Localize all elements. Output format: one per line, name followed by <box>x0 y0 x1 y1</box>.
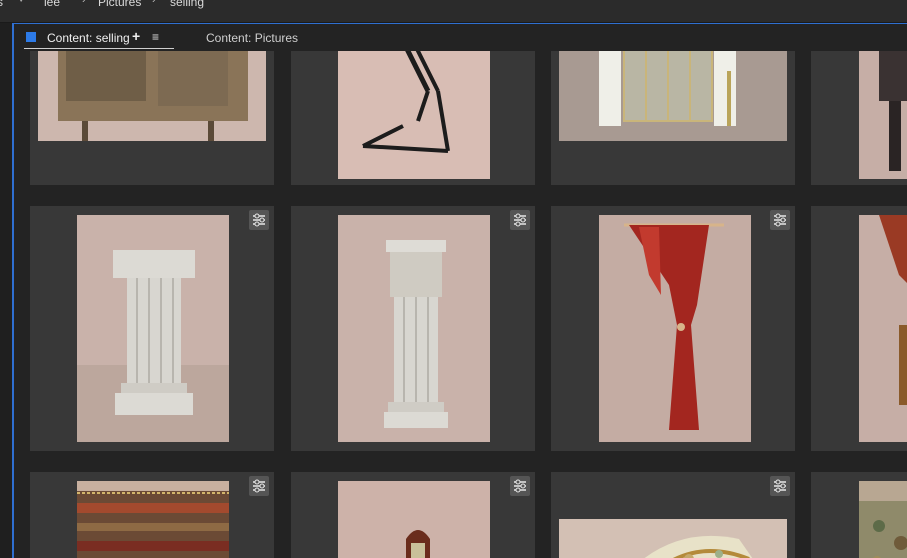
thumbnail-card[interactable] <box>30 51 274 185</box>
thumbnail-image-red-curtain[interactable] <box>599 215 751 442</box>
thumbnail-card[interactable] <box>551 51 795 185</box>
breadcrumb-item-selling[interactable]: selling <box>170 0 204 9</box>
thumbnail-image-fireplace[interactable] <box>559 51 787 141</box>
panel-menu-icon[interactable]: ≡ <box>152 30 159 44</box>
sliders-icon[interactable] <box>249 210 269 230</box>
chevron-right-icon: › <box>152 0 156 6</box>
thumbnail-card[interactable] <box>811 51 907 185</box>
thumbnail-card[interactable] <box>30 472 274 558</box>
content-panel: Content: selling + ≡ Content: Pictures <box>12 23 907 558</box>
panel-square-icon <box>26 32 36 42</box>
sliders-icon[interactable] <box>510 210 530 230</box>
sliders-icon[interactable] <box>249 476 269 496</box>
thumbnail-card[interactable] <box>30 206 274 451</box>
thumbnail-image-dark-item[interactable] <box>859 51 907 179</box>
thumbnail-image-metal-stand[interactable] <box>338 51 490 179</box>
thumbnail-image-column-tall[interactable] <box>338 215 490 442</box>
thumbnail-card[interactable] <box>551 472 795 558</box>
thumbnail-card[interactable] <box>291 206 535 451</box>
tab-content-pictures[interactable]: Content: Pictures <box>206 31 298 45</box>
panel-tab-bar: Content: selling + ≡ Content: Pictures <box>14 24 907 50</box>
thumbnail-card[interactable] <box>811 206 907 451</box>
sliders-icon[interactable] <box>770 476 790 496</box>
chevron-right-icon: › <box>82 0 86 6</box>
thumbnail-image-floral-chair[interactable] <box>559 519 787 558</box>
chevron-down-icon[interactable]: ˅ <box>18 0 24 6</box>
breadcrumb-item-root[interactable]: s <box>0 0 3 9</box>
sliders-icon[interactable] <box>770 210 790 230</box>
thumbnail-image-stone-chair[interactable] <box>38 51 266 141</box>
breadcrumb: s ˅ lee › Pictures › selling <box>0 0 907 23</box>
thumbnail-image-fringed-drape[interactable] <box>859 215 907 442</box>
thumbnail-image-tapestry[interactable] <box>77 481 229 558</box>
thumbnail-image-chair[interactable] <box>338 481 490 558</box>
thumbnail-card[interactable] <box>551 206 795 451</box>
thumbnail-image-column-short[interactable] <box>77 215 229 442</box>
sliders-icon[interactable] <box>510 476 530 496</box>
thumbnail-grid[interactable] <box>14 51 907 558</box>
thumbnail-card[interactable] <box>291 51 535 185</box>
breadcrumb-item-lee[interactable]: lee <box>44 0 60 9</box>
tab-label: Content: selling <box>47 31 130 45</box>
breadcrumb-item-pictures[interactable]: Pictures <box>98 0 141 9</box>
thumbnail-image-woven-fabric[interactable] <box>859 481 907 558</box>
thumbnail-card[interactable] <box>811 472 907 558</box>
tab-content-selling[interactable]: Content: selling + ≡ <box>24 28 174 49</box>
add-tab-icon[interactable]: + <box>132 28 140 44</box>
thumbnail-card[interactable] <box>291 472 535 558</box>
